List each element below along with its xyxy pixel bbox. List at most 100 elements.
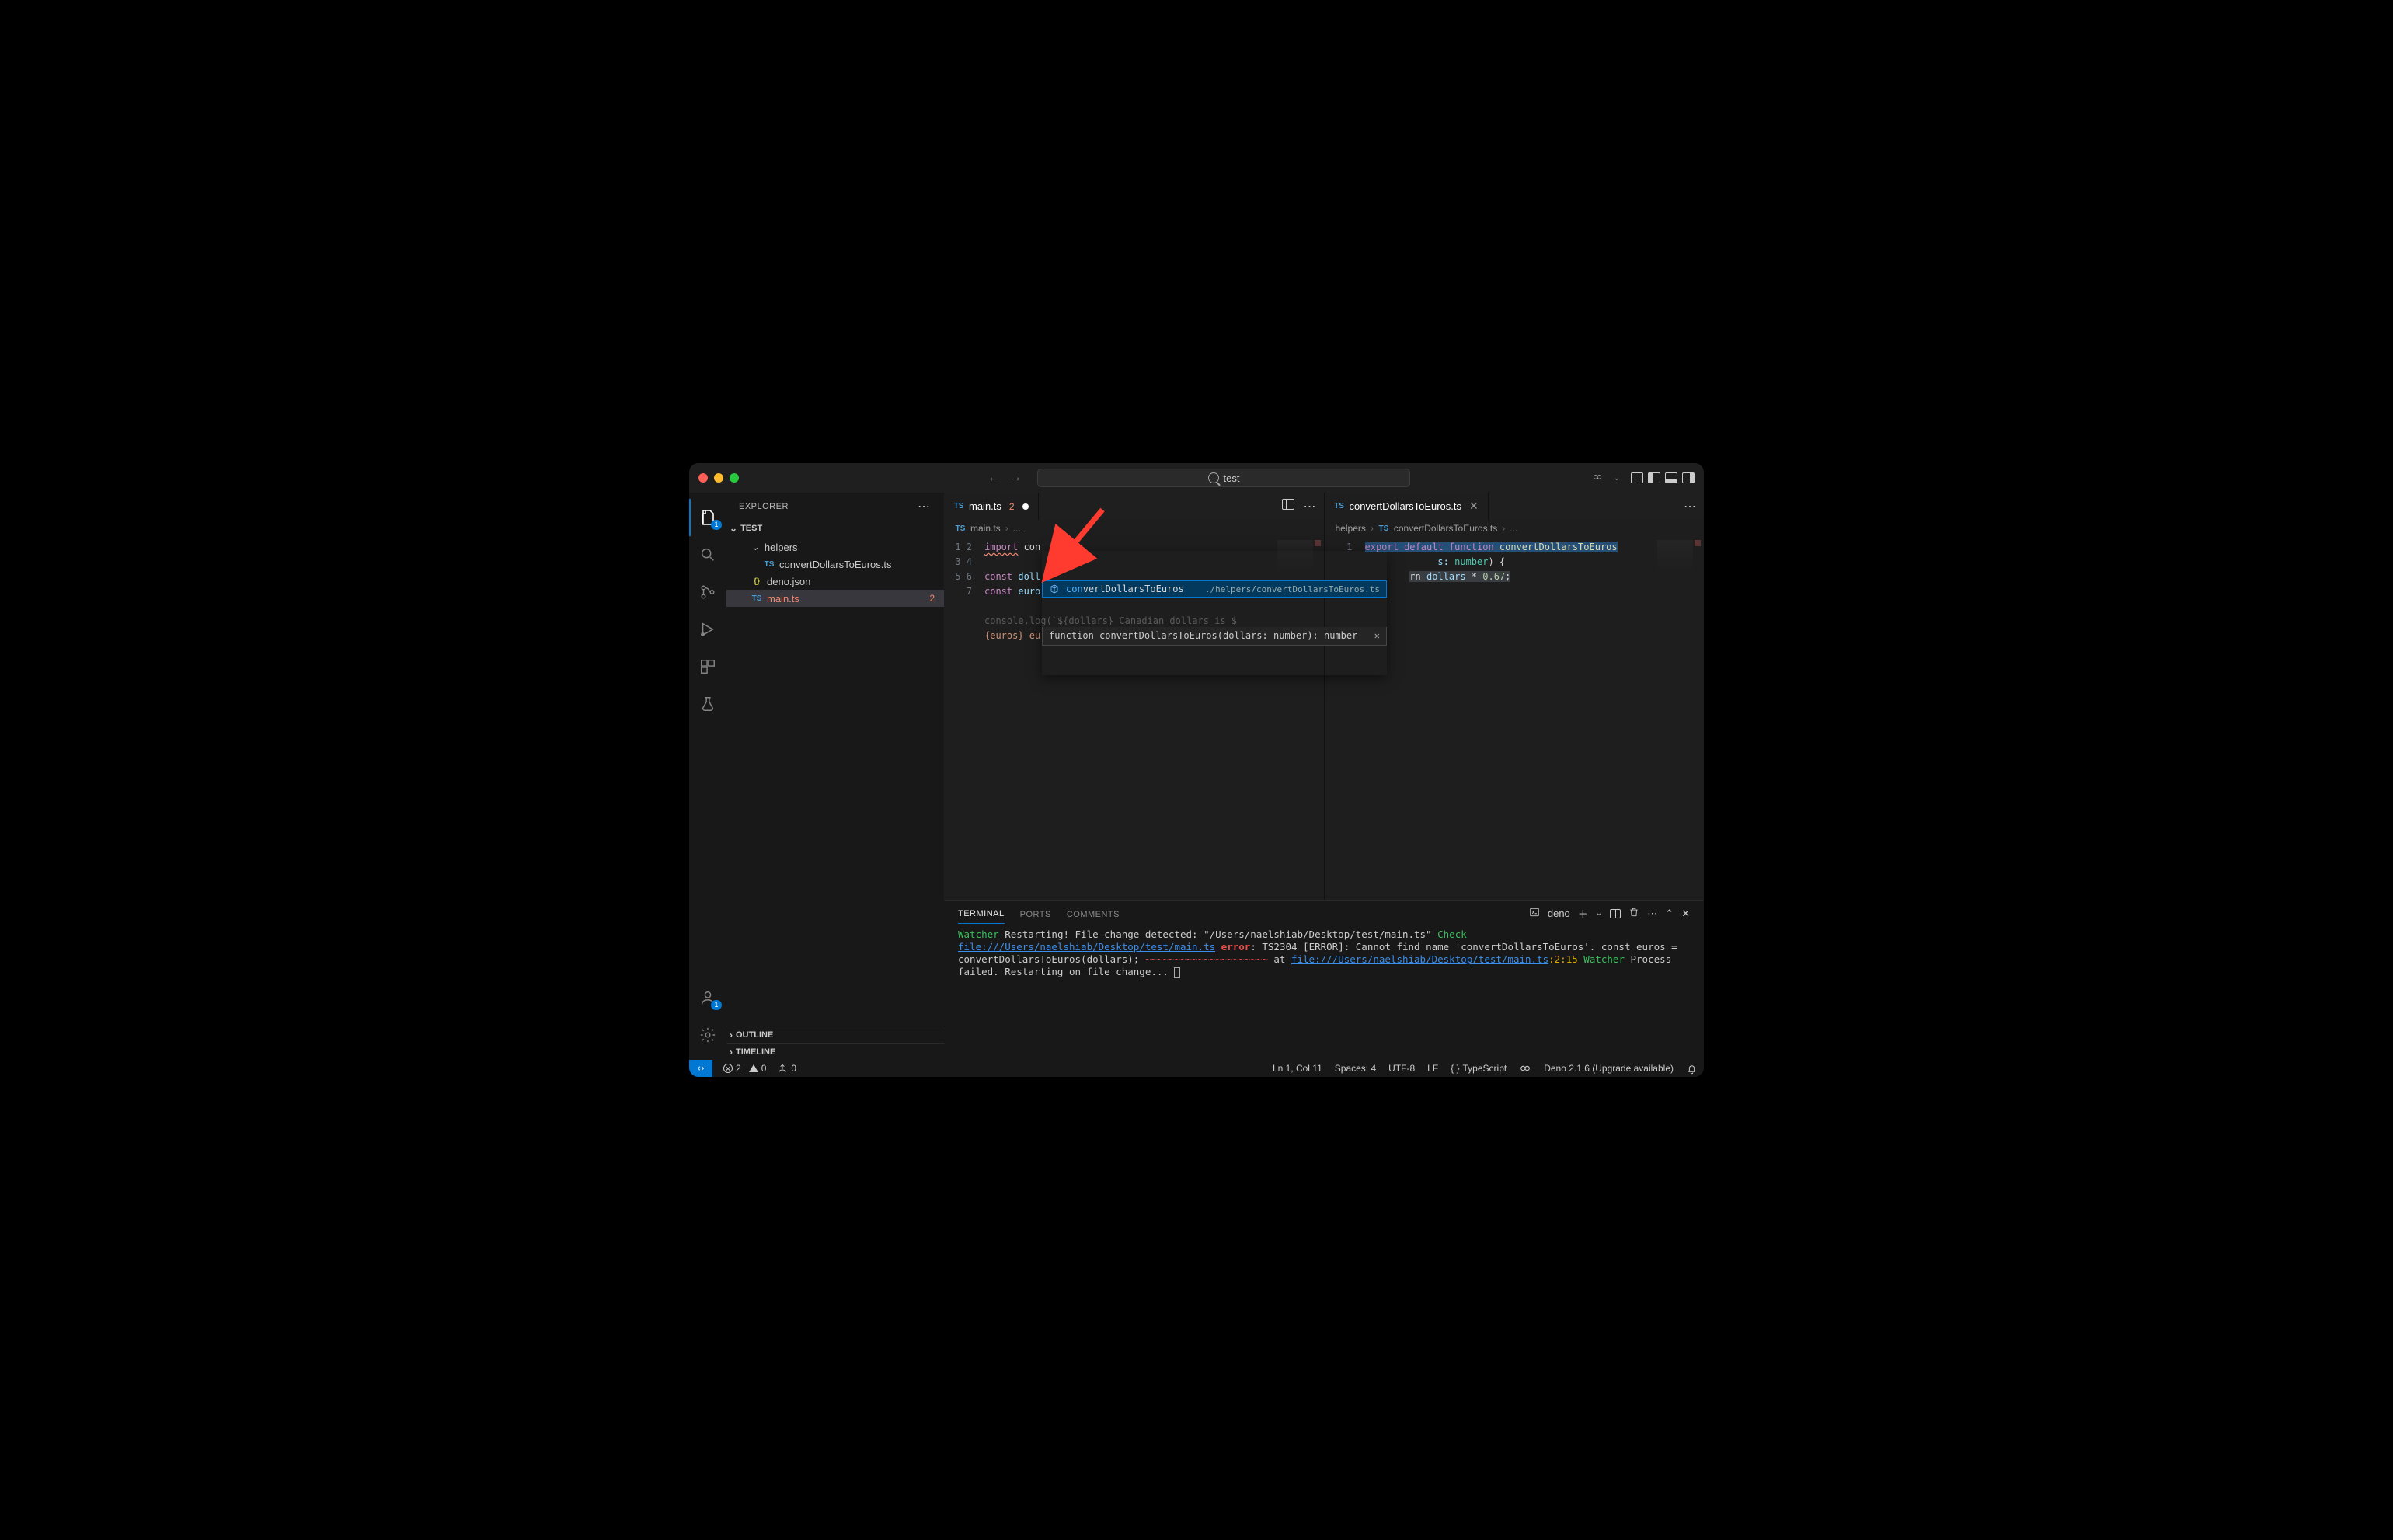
command-center-search[interactable]: test	[1037, 469, 1410, 487]
sidebar-more-icon[interactable]: ⋯	[918, 499, 932, 514]
copilot-chevron-down-icon[interactable]: ⌄	[1614, 474, 1620, 483]
status-language[interactable]: { } TypeScript	[1451, 1063, 1507, 1074]
editor-more-icon[interactable]: ⋯	[1304, 499, 1316, 514]
breadcrumb-folder: helpers	[1336, 523, 1366, 534]
overview-ruler[interactable]	[1693, 537, 1704, 900]
timeline-label: TIMELINE	[736, 1047, 775, 1057]
tab-close-icon[interactable]: ✕	[1469, 500, 1479, 513]
tab-maints[interactable]: TS main.ts 2	[944, 493, 1039, 520]
tab-dirty-indicator-icon	[1022, 503, 1029, 510]
status-indent[interactable]: Spaces: 4	[1335, 1063, 1376, 1074]
code-editor-left[interactable]: import con const doll const euro console…	[980, 537, 1313, 900]
tab-label: main.ts	[969, 500, 1001, 512]
status-bar: 2 0 0 Ln 1, Col 11 Spaces: 4 UTF-8 LF { …	[689, 1060, 1704, 1077]
split-terminal-icon[interactable]	[1610, 909, 1621, 918]
terminal-output[interactable]: Watcher Restarting! File change detected…	[944, 924, 1704, 1060]
terminal-shell-icon[interactable]	[1529, 907, 1540, 920]
tree-file-error-count: 2	[929, 593, 935, 604]
tree-file-convertdollarstoeuros[interactable]: TS convertDollarsToEuros.ts	[726, 556, 944, 573]
new-terminal-icon[interactable]: ＋	[1578, 906, 1588, 921]
tree-file-maints[interactable]: TS main.ts 2	[726, 590, 944, 607]
tab-label: convertDollarsToEuros.ts	[1350, 500, 1462, 512]
nav-forward-icon[interactable]: →	[1009, 471, 1022, 485]
source-control-icon[interactable]	[689, 573, 726, 611]
accounts-icon[interactable]: 1	[689, 979, 726, 1016]
title-bar: ← → test ⌄	[689, 463, 1704, 493]
autocomplete-detail: function convertDollarsToEuros(dollars: …	[1042, 627, 1387, 646]
layout-sidebar-right-icon[interactable]	[1682, 472, 1695, 483]
editor-pane-left: TS main.ts 2 ⋯ TS main.ts ›	[944, 493, 1324, 900]
outline-section-toggle[interactable]: › OUTLINE	[726, 1026, 944, 1043]
tree-folder-helpers[interactable]: ⌄ helpers	[726, 538, 944, 556]
terminal-dropdown-icon[interactable]: ⌄	[1596, 909, 1602, 918]
explorer-icon[interactable]: 1	[689, 499, 726, 536]
editor-more-icon[interactable]: ⋯	[1684, 499, 1696, 514]
autocomplete-popup: convertDollarsToEuros ./helpers/convertD…	[1042, 551, 1387, 675]
tab-error-count: 2	[1009, 501, 1015, 512]
notifications-bell-icon[interactable]	[1686, 1063, 1698, 1075]
close-window-button[interactable]	[698, 473, 708, 483]
extensions-icon[interactable]	[689, 648, 726, 685]
autocomplete-item[interactable]: convertDollarsToEuros ./helpers/convertD…	[1042, 580, 1387, 598]
tree-folder-label: helpers	[765, 542, 798, 553]
breadcrumb-file: main.ts	[970, 523, 1001, 534]
status-problems[interactable]: 2 0	[723, 1063, 766, 1074]
breadcrumb[interactable]: helpers › TS convertDollarsToEuros.ts › …	[1325, 520, 1705, 537]
tree-file-label: deno.json	[767, 576, 810, 587]
status-cursor-position[interactable]: Ln 1, Col 11	[1273, 1063, 1322, 1074]
tab-convertdollarstoeuros[interactable]: TS convertDollarsToEuros.ts ✕	[1325, 493, 1489, 520]
warning-icon	[749, 1064, 758, 1072]
status-copilot-icon[interactable]	[1519, 1062, 1531, 1075]
symbol-module-icon	[1049, 584, 1060, 594]
sidebar-explorer: EXPLORER ⋯ ⌄ TEST ⌄ helpers TS convertDo…	[726, 493, 944, 1060]
command-center-text: test	[1224, 472, 1240, 484]
code-editor-right[interactable]: export default function convertDollarsTo…	[1360, 537, 1694, 900]
panel-more-icon[interactable]: ⋯	[1647, 908, 1657, 920]
autocomplete-item-path: ./helpers/convertDollarsToEuros.ts	[1205, 582, 1380, 597]
status-eol[interactable]: LF	[1427, 1063, 1438, 1074]
explorer-root-label: TEST	[740, 524, 762, 533]
tree-file-denojson[interactable]: {} deno.json	[726, 573, 944, 590]
tree-file-label: main.ts	[767, 593, 799, 605]
line-gutter: 1 2 3 4 5 6 7	[944, 537, 980, 900]
activity-bar: 1 1	[689, 493, 726, 1060]
traffic-lights	[698, 473, 739, 483]
panel-tab-comments[interactable]: COMMENTS	[1067, 910, 1120, 924]
zoom-window-button[interactable]	[730, 473, 739, 483]
timeline-section-toggle[interactable]: › TIMELINE	[726, 1043, 944, 1060]
terminal-shell-label: deno	[1548, 908, 1570, 919]
copilot-icon[interactable]	[1592, 472, 1603, 485]
tree-file-label: convertDollarsToEuros.ts	[779, 559, 892, 570]
explorer-root-toggle[interactable]: ⌄ TEST	[726, 520, 944, 537]
breadcrumb[interactable]: TS main.ts › ...	[944, 520, 1324, 537]
status-deno[interactable]: Deno 2.1.6 (Upgrade available)	[1544, 1063, 1674, 1074]
outline-label: OUTLINE	[736, 1030, 773, 1040]
layout-panel-bottom-icon[interactable]	[1665, 472, 1677, 483]
run-debug-icon[interactable]	[689, 611, 726, 648]
nav-back-icon[interactable]: ←	[988, 471, 1000, 485]
breadcrumb-file: convertDollarsToEuros.ts	[1394, 523, 1497, 534]
panel-tab-ports[interactable]: PORTS	[1020, 910, 1051, 924]
sidebar-title: EXPLORER	[739, 502, 789, 511]
status-ports[interactable]: 0	[777, 1063, 796, 1074]
remote-indicator[interactable]	[689, 1060, 712, 1077]
search-icon	[1208, 472, 1219, 483]
autocomplete-close-icon[interactable]: ✕	[1374, 629, 1380, 643]
minimize-window-button[interactable]	[714, 473, 723, 483]
layout-sidebar-left-icon[interactable]	[1631, 472, 1643, 483]
terminal-cursor	[1174, 967, 1180, 978]
error-icon	[723, 1064, 733, 1073]
panel-close-icon[interactable]: ✕	[1681, 908, 1690, 920]
panel-tab-terminal[interactable]: TERMINAL	[958, 909, 1005, 924]
split-editor-icon[interactable]	[1282, 499, 1294, 514]
search-activity-icon[interactable]	[689, 536, 726, 573]
layout-panel-left-icon[interactable]	[1648, 472, 1660, 483]
explorer-badge: 1	[711, 520, 722, 530]
panel-maximize-icon[interactable]: ⌃	[1665, 908, 1674, 920]
settings-gear-icon[interactable]	[689, 1016, 726, 1054]
testing-icon[interactable]	[689, 685, 726, 723]
accounts-badge: 1	[711, 1000, 722, 1010]
minimap[interactable]	[1657, 540, 1693, 571]
status-encoding[interactable]: UTF-8	[1388, 1063, 1415, 1074]
kill-terminal-icon[interactable]	[1628, 907, 1639, 920]
